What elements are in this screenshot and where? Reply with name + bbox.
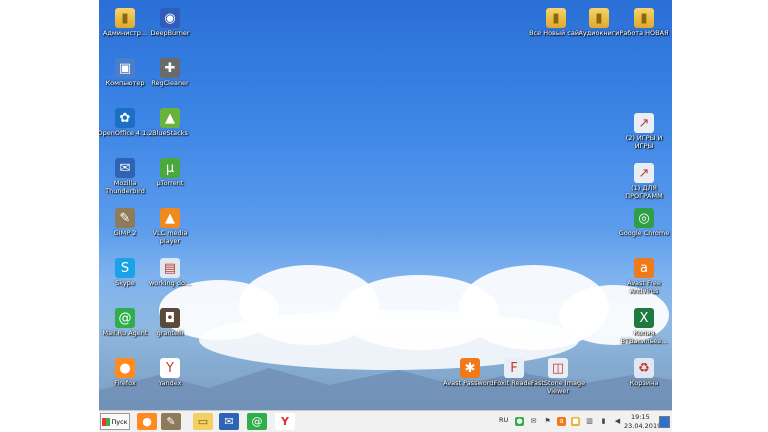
desktop-icon-faststone[interactable]: ◫ FastStone Image Viewer bbox=[530, 358, 586, 395]
taskbar-thunderbird-icon[interactable]: ✉ bbox=[219, 413, 239, 430]
deepburner-icon: ◉ bbox=[160, 8, 180, 28]
language-indicator[interactable]: RU bbox=[499, 416, 508, 424]
device-tray-icon[interactable]: ▮ bbox=[599, 417, 608, 426]
shortcut-icon: ↗ bbox=[634, 113, 654, 133]
desktop[interactable]: ▮ Администр... ◉ DeepBurner ▣ Компьютер ✚ RegCl… bbox=[99, 0, 672, 410]
regcleaner-icon: ✚ bbox=[160, 58, 180, 78]
desktop-icon-label: RegCleaner bbox=[151, 79, 189, 87]
taskbar-mailru-agent-icon[interactable]: @ bbox=[247, 413, 267, 430]
taskbar-gimp-icon[interactable]: ✎ bbox=[161, 413, 181, 430]
taskbar: Пуск ● ✎ ▭ ✉ @ Y RU ● ✉ ⚑ a ■ ▥ ▮ ◀ 19:1… bbox=[99, 410, 672, 432]
excel-icon: X bbox=[634, 308, 654, 328]
desktop-icon-deepburner[interactable]: ◉ DeepBurner bbox=[144, 8, 196, 38]
desktop-icon-folder[interactable]: ▮ Работа НОВАЯ bbox=[618, 8, 670, 38]
avast-tray-icon[interactable]: a bbox=[557, 417, 566, 426]
desktop-icon-vlc[interactable]: ▲ VLC media player bbox=[144, 208, 196, 245]
openoffice-icon: ✿ bbox=[115, 108, 135, 128]
desktop-icon-recycle-bin[interactable]: ♻ Корзина bbox=[618, 358, 670, 388]
avast-icon: a bbox=[634, 258, 654, 278]
taskbar-yandex-browser-icon[interactable]: Y bbox=[275, 413, 295, 430]
folder-icon: ▮ bbox=[589, 8, 609, 28]
gimp-icon: ✎ bbox=[115, 208, 135, 228]
desktop-icon-regcleaner[interactable]: ✚ RegCleaner bbox=[144, 58, 196, 88]
clock-time[interactable]: 19:15 bbox=[631, 413, 650, 421]
desktop-icon-avast[interactable]: a Avast Free Antivirus bbox=[618, 258, 670, 295]
folder-icon: ▮ bbox=[546, 8, 566, 28]
vlc-icon: ▲ bbox=[160, 208, 180, 228]
desktop-icon-excel[interactable]: X Копия ВТВасильев... bbox=[618, 308, 670, 345]
recycle-bin-icon: ♻ bbox=[634, 358, 654, 378]
faststone-icon: ◫ bbox=[548, 358, 568, 378]
start-button[interactable]: Пуск bbox=[100, 413, 130, 430]
avast-passwords-icon: ✱ bbox=[460, 358, 480, 378]
bluestacks-icon: ▲ bbox=[160, 108, 180, 128]
network-tray-icon[interactable]: ▥ bbox=[585, 417, 594, 426]
firefox-icon: ● bbox=[115, 358, 135, 378]
desktop-icon-label: VLC media player bbox=[152, 229, 188, 245]
desktop-icon-label: DeepBurner bbox=[150, 29, 190, 37]
taskbar-explorer-folder-icon[interactable]: ▭ bbox=[193, 413, 213, 430]
desktop-icon-label: Корзина bbox=[629, 379, 659, 387]
mailru-agent-icon: @ bbox=[115, 308, 135, 328]
whatsapp-tray-icon[interactable]: ● bbox=[515, 417, 524, 426]
skype-icon: S bbox=[115, 258, 135, 278]
desktop-icon-chrome[interactable]: ◎ Google Chrome bbox=[618, 208, 670, 238]
desktop-icon-label: µTorrent bbox=[156, 179, 184, 187]
utorrent-icon: µ bbox=[160, 158, 180, 178]
shortcut-icon: ↗ bbox=[634, 163, 654, 183]
desktop-icon-label: BlueStacks bbox=[152, 129, 188, 137]
yandex-browser-icon: Y bbox=[160, 358, 180, 378]
clock-date[interactable]: 23.04.2019 bbox=[624, 422, 661, 430]
folder-icon: ▮ bbox=[634, 8, 654, 28]
desktop-icon-shortcut[interactable]: ↗ (2) ИГРЫ И ИГРЫ bbox=[618, 113, 670, 150]
desktop-icon-label: grantelli bbox=[156, 329, 184, 337]
taskbar-firefox-icon[interactable]: ● bbox=[137, 413, 157, 430]
desktop-icon-document[interactable]: ▤ working do... bbox=[144, 258, 196, 288]
desktop-icon-label: Google Chrome bbox=[618, 229, 670, 237]
user-folder-icon: ▮ bbox=[115, 8, 135, 28]
desktop-icon-label: (1) ДЛЯ ПРОГРАММ bbox=[625, 184, 663, 200]
desktop-icon-bluestacks[interactable]: ▲ BlueStacks bbox=[144, 108, 196, 138]
desktop-icon-shortcut[interactable]: ↗ (1) ДЛЯ ПРОГРАММ bbox=[618, 163, 670, 200]
start-label: Пуск bbox=[111, 417, 128, 426]
desktop-icon-label: FastStone Image Viewer bbox=[530, 379, 586, 395]
desktop-icon-label: (2) ИГРЫ И ИГРЫ bbox=[625, 134, 663, 150]
desktop-icon-label: working do... bbox=[148, 279, 192, 287]
mail-tray-icon[interactable]: ✉ bbox=[529, 417, 538, 426]
document-icon: ▤ bbox=[160, 258, 180, 278]
desktop-icon-label: Yandex bbox=[158, 379, 182, 387]
volume-icon[interactable]: ◀ bbox=[613, 417, 622, 426]
desktop-icon-yandex-browser[interactable]: Y Yandex bbox=[144, 358, 196, 388]
desktop-icon-label: Работа НОВАЯ bbox=[619, 29, 669, 37]
desktop-icon-label: Копия ВТВасильев... bbox=[620, 329, 668, 345]
security-tray-icon[interactable]: ■ bbox=[571, 417, 580, 426]
flag-tray-icon[interactable]: ⚑ bbox=[543, 417, 552, 426]
desktop-icon-grantelli[interactable]: ◘ grantelli bbox=[144, 308, 196, 338]
foxit-reader-icon: F bbox=[504, 358, 524, 378]
grantelli-icon: ◘ bbox=[160, 308, 180, 328]
thunderbird-icon: ✉ bbox=[115, 158, 135, 178]
windows-logo-icon bbox=[102, 417, 111, 426]
chrome-icon: ◎ bbox=[634, 208, 654, 228]
desktop-icon-utorrent[interactable]: µ µTorrent bbox=[144, 158, 196, 188]
computer-icon: ▣ bbox=[115, 58, 135, 78]
show-desktop-button[interactable] bbox=[659, 416, 670, 428]
desktop-icon-label: Avast Free Antivirus bbox=[627, 279, 661, 295]
